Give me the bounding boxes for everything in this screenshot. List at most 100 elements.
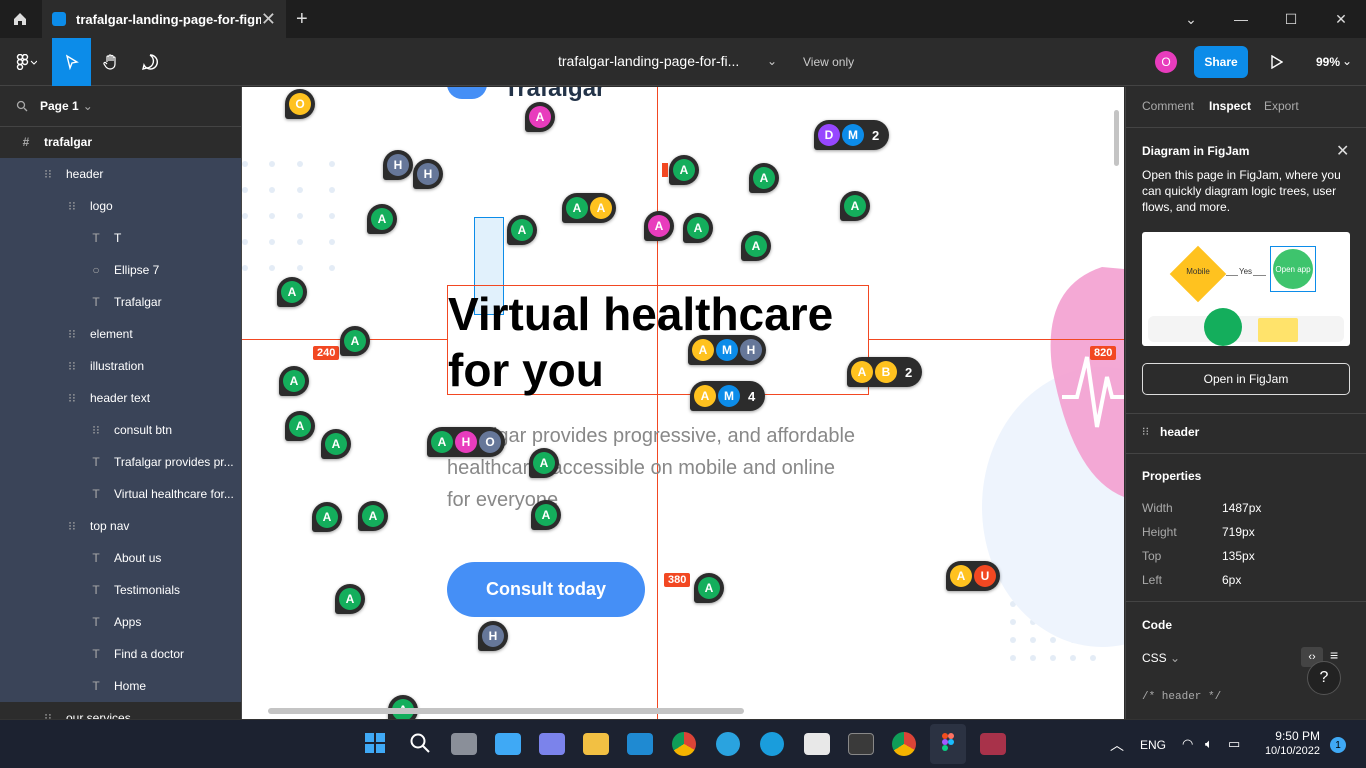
winrar-icon[interactable] (980, 733, 1006, 755)
user-avatar[interactable]: O (1155, 51, 1177, 73)
consult-button[interactable]: Consult today (447, 562, 645, 617)
comment-pin[interactable]: A (279, 366, 309, 396)
prop-top-value[interactable]: 135px (1222, 549, 1255, 563)
minimize-icon[interactable]: — (1216, 0, 1266, 38)
comment-pin[interactable]: A (669, 155, 699, 185)
subtext[interactable]: Trafalgar provides progressive, and affo… (447, 420, 897, 516)
comment-pin[interactable]: A (840, 191, 870, 221)
layer-t[interactable]: TT (0, 222, 241, 254)
share-button[interactable]: Share (1194, 46, 1248, 78)
vertical-scrollbar[interactable] (1114, 110, 1119, 166)
wifi-icon[interactable]: ◠ (1182, 736, 1193, 752)
comment-pin[interactable]: H (478, 621, 508, 651)
layer-about-us[interactable]: T About us (0, 542, 241, 574)
volume-icon[interactable]: 🔈︎ (1205, 736, 1213, 752)
comment-group[interactable]: AB2 (847, 357, 923, 387)
edge-icon[interactable] (760, 732, 784, 756)
help-button[interactable]: ? (1307, 661, 1341, 695)
comment-tool-icon[interactable] (130, 38, 170, 86)
layer-virtual-healthcare[interactable]: T Virtual healthcare for... (0, 478, 241, 510)
search-icon[interactable] (409, 732, 431, 759)
comment-pin[interactable]: A (285, 411, 315, 441)
layer-our-services[interactable]: ⁝⁝ our services (0, 702, 241, 719)
layer-header[interactable]: ⁝⁝ header (0, 158, 241, 190)
prop-left-value[interactable]: 6px (1222, 573, 1241, 587)
tab-inspect[interactable]: Inspect (1209, 99, 1251, 113)
tab-comment[interactable]: Comment (1142, 99, 1194, 113)
chevron-down-icon[interactable]: ⌄ (1166, 0, 1216, 38)
design-canvas[interactable]: Trafalgar 240 820 380 Virtual healthcare… (242, 87, 1124, 719)
layer-ellipse[interactable]: ○ Ellipse 7 (0, 254, 241, 286)
chevron-up-icon[interactable]: ︿ (1110, 735, 1124, 755)
open-in-figjam-button[interactable]: Open in FigJam (1142, 363, 1350, 395)
comment-pin[interactable]: A (507, 215, 537, 245)
chevron-down-icon[interactable]: ⌄ (1342, 54, 1352, 68)
layer-apps[interactable]: T Apps (0, 606, 241, 638)
comment-pin[interactable]: A (529, 448, 559, 478)
horizontal-scrollbar[interactable] (268, 708, 744, 714)
comment-group[interactable]: AHO (427, 427, 505, 457)
layer-find-a-doctor[interactable]: T Find a doctor (0, 638, 241, 670)
widgets-icon[interactable] (495, 733, 521, 755)
comment-pin[interactable]: A (694, 573, 724, 603)
hand-tool-icon[interactable] (91, 38, 131, 86)
comment-pin[interactable]: A (749, 163, 779, 193)
terminal-icon[interactable] (848, 733, 874, 755)
chrome-icon[interactable] (672, 732, 696, 756)
comment-pin[interactable]: A (321, 429, 351, 459)
comment-pin[interactable]: A (312, 502, 342, 532)
layer-consult-btn[interactable]: ⁝⁝ consult btn (0, 414, 241, 446)
battery-icon[interactable]: ▭ (1228, 736, 1240, 752)
layer-header-text[interactable]: ⁝⁝ header text (0, 382, 241, 414)
vscode-icon[interactable] (627, 733, 653, 755)
file-explorer-icon[interactable] (583, 733, 609, 755)
list-view-icon[interactable]: ≡ (1330, 647, 1338, 663)
chrome-profile-icon[interactable] (892, 732, 916, 756)
maximize-icon[interactable]: ☐ (1266, 0, 1316, 38)
headline[interactable]: Virtual healthcare for you (447, 285, 869, 396)
file-tab[interactable]: trafalgar-landing-page-for-figma ✕ (42, 0, 286, 38)
code-language-select[interactable]: CSS ⌄ (1142, 651, 1180, 665)
page-selector[interactable]: Page 1 ⌄ (16, 99, 93, 113)
telegram-icon[interactable] (716, 732, 740, 756)
tab-export[interactable]: Export (1264, 99, 1299, 113)
comment-pin[interactable]: A (277, 277, 307, 307)
comment-pin[interactable]: A (340, 326, 370, 356)
store-icon[interactable] (804, 733, 830, 755)
comment-pin[interactable]: A (388, 695, 418, 719)
comment-group[interactable]: AM4 (690, 381, 766, 411)
file-name[interactable]: trafalgar-landing-page-for-fi... (558, 53, 739, 69)
windows-start-icon[interactable] (364, 732, 386, 754)
prop-height-value[interactable]: 719px (1222, 525, 1255, 539)
comment-group[interactable]: AU (946, 561, 1000, 591)
layer-element[interactable]: ⁝⁝ element (0, 318, 241, 350)
task-view-icon[interactable] (451, 733, 477, 755)
move-tool-icon[interactable] (52, 38, 91, 86)
figma-menu-icon[interactable] (6, 38, 46, 86)
comment-pin[interactable]: A (367, 204, 397, 234)
present-icon[interactable] (1271, 54, 1284, 74)
comment-pin[interactable]: H (413, 159, 443, 189)
layer-illustration[interactable]: ⁝⁝ illustration (0, 350, 241, 382)
chat-icon[interactable] (539, 733, 565, 755)
comment-pin[interactable]: A (358, 501, 388, 531)
close-icon[interactable]: ✕ (1336, 141, 1349, 161)
notification-badge[interactable]: 1 (1330, 737, 1346, 753)
clock-date[interactable]: 10/10/2022 (1252, 745, 1320, 757)
layer-trafalgar[interactable]: # trafalgar (0, 126, 241, 158)
language-indicator[interactable]: ENG (1140, 738, 1166, 752)
comment-group[interactable]: AA (562, 193, 616, 223)
comment-group[interactable]: DM2 (814, 120, 890, 150)
layer-home[interactable]: T Home (0, 670, 241, 702)
comment-pin[interactable]: O (285, 89, 315, 119)
comment-group[interactable]: AMH (688, 335, 766, 365)
layer-trafalgar-text[interactable]: T Trafalgar (0, 286, 241, 318)
layer-trafalgar-provides[interactable]: T Trafalgar provides pr... (0, 446, 241, 478)
comment-pin[interactable]: A (644, 211, 674, 241)
prop-width-value[interactable]: 1487px (1222, 501, 1261, 515)
new-tab-button[interactable]: + (296, 8, 308, 31)
comment-pin[interactable]: A (335, 584, 365, 614)
comment-pin[interactable]: H (383, 150, 413, 180)
comment-pin[interactable]: A (741, 231, 771, 261)
clock-time[interactable]: 9:50 PM (1262, 729, 1320, 743)
